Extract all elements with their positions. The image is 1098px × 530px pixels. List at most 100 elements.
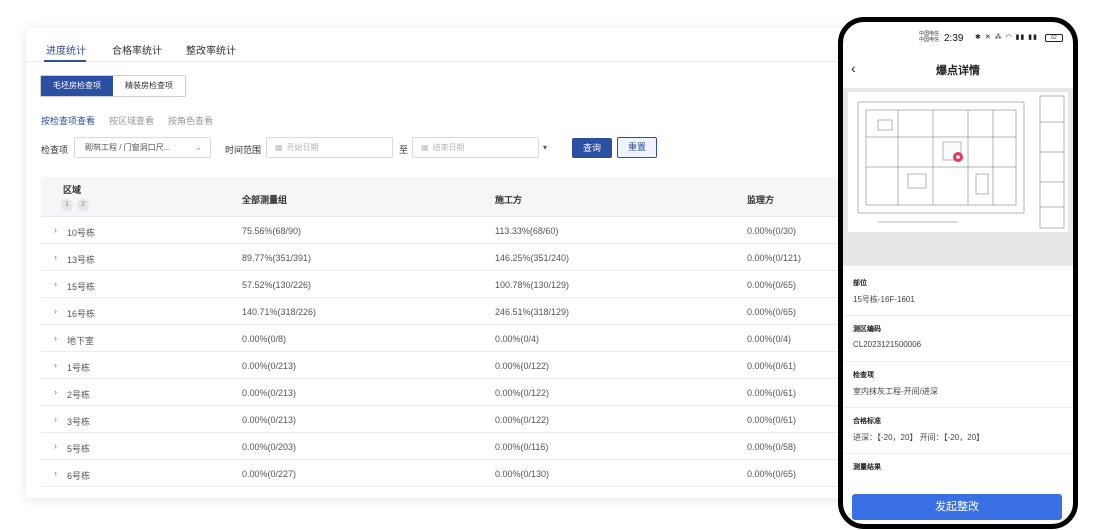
end-date-placeholder: 结束日期 bbox=[432, 143, 465, 152]
level-1-button[interactable]: 1 bbox=[61, 199, 73, 211]
calendar-icon: ▦ bbox=[275, 143, 283, 152]
field-standard: 合格标准 进深：【-20，20】 开间：【-20，20】 bbox=[843, 408, 1073, 454]
query-button[interactable]: 查询 bbox=[572, 138, 612, 158]
level-switcher: 1 2 bbox=[61, 199, 89, 211]
table-row[interactable]: › 5号栋 0.00%(0/203) 0.00%(0/116) 0.00%(0/58) bbox=[41, 433, 906, 460]
level-2-button[interactable]: 2 bbox=[77, 199, 89, 211]
row-supervisor: 0.00%(0/65) bbox=[747, 469, 797, 479]
page-title: 爆点详情 bbox=[936, 65, 980, 77]
row-all-groups: 140.71%(318/226) bbox=[242, 307, 317, 317]
field-zone-code: 测区编码 CL2023121500006 bbox=[843, 316, 1073, 362]
row-construction: 0.00%(0/4) bbox=[495, 334, 540, 344]
segment-rough-house[interactable]: 毛坯房检查项 bbox=[41, 76, 113, 96]
check-item-select[interactable]: 砌筑工程 / 门窗洞口尺... ⌄ bbox=[74, 137, 211, 158]
row-supervisor: 0.00%(0/65) bbox=[747, 307, 797, 317]
stats-tabs: 进度统计 合格率统计 整改率统计 bbox=[26, 28, 906, 62]
expand-chevron-icon[interactable]: › bbox=[54, 387, 57, 397]
expand-chevron-icon[interactable]: › bbox=[54, 333, 57, 343]
tab-rectify-rate[interactable]: 整改率统计 bbox=[186, 42, 236, 57]
table-row[interactable]: › 6号栋 0.00%(0/227) 0.00%(0/130) 0.00%(0/65) bbox=[41, 460, 906, 487]
row-construction: 146.25%(351/240) bbox=[495, 253, 570, 263]
header-supervisor: 监理方 bbox=[747, 195, 775, 205]
reset-button[interactable]: 重置 bbox=[617, 137, 657, 158]
statistics-panel: 进度统计 合格率统计 整改率统计 毛坯房检查项 精装房检查项 按检查项查看 按区… bbox=[26, 28, 906, 498]
row-supervisor: 0.00%(0/30) bbox=[747, 226, 797, 236]
progress-table: 区域 1 2 全部测量组 施工方 监理方 › 10号栋 75.56%(68/90) 1… bbox=[41, 177, 906, 487]
table-row[interactable]: › 3号栋 0.00%(0/213) 0.00%(0/122) 0.00%(0/61) bbox=[41, 406, 906, 433]
expand-chevron-icon[interactable]: › bbox=[54, 306, 57, 316]
row-supervisor: 0.00%(0/121) bbox=[747, 253, 802, 263]
segment-finished-house[interactable]: 精装房检查项 bbox=[113, 76, 185, 96]
table-row[interactable]: › 15号栋 57.52%(130/226) 100.78%(130/129) 0.00… bbox=[41, 271, 906, 298]
expand-chevron-icon[interactable]: › bbox=[54, 360, 57, 370]
field-zone-code-label: 测区编码 bbox=[853, 326, 881, 333]
row-area-name: 15号栋 bbox=[67, 282, 96, 292]
field-result-label: 测量结果 bbox=[853, 464, 881, 471]
table-row[interactable]: › 地下室 0.00%(0/8) 0.00%(0/4) 0.00%(0/4) bbox=[41, 325, 906, 352]
row-area-name: 10号栋 bbox=[67, 228, 96, 238]
active-tab-indicator bbox=[44, 60, 86, 62]
status-time: 2:39 bbox=[944, 33, 964, 44]
end-date-input[interactable]: ▦ 结束日期 bbox=[412, 137, 539, 158]
table-row[interactable]: › 1号栋 0.00%(0/213) 0.00%(0/122) 0.00%(0/61) bbox=[41, 352, 906, 379]
field-location-value: 15号栋-16F-1601 bbox=[853, 295, 915, 304]
field-check-item-value: 室内抹灰工程-开间/进深 bbox=[853, 387, 938, 396]
tab-progress[interactable]: 进度统计 bbox=[46, 42, 86, 57]
row-area-name: 地下室 bbox=[67, 336, 95, 346]
row-construction: 0.00%(0/130) bbox=[495, 469, 550, 479]
row-construction: 0.00%(0/122) bbox=[495, 415, 550, 425]
row-area-name: 2号栋 bbox=[67, 390, 91, 400]
expand-chevron-icon[interactable]: › bbox=[54, 414, 57, 424]
date-to-label: 至 bbox=[399, 145, 409, 155]
start-date-placeholder: 开始日期 bbox=[286, 143, 319, 152]
table-row[interactable]: › 2号栋 0.00%(0/213) 0.00%(0/122) 0.00%(0/61) bbox=[41, 379, 906, 406]
expand-chevron-icon[interactable]: › bbox=[54, 225, 57, 235]
expand-chevron-icon[interactable]: › bbox=[54, 279, 57, 289]
row-supervisor: 0.00%(0/58) bbox=[747, 442, 797, 452]
row-area-name: 1号栋 bbox=[67, 363, 91, 373]
row-all-groups: 0.00%(0/203) bbox=[242, 442, 297, 452]
floor-plan-image[interactable] bbox=[843, 88, 1073, 266]
filter-bar: 检查项 砌筑工程 / 门窗洞口尺... ⌄ 时间范围 ▦ 开始日期 至 ▦ 结束日期… bbox=[41, 137, 901, 159]
view-by-check-item[interactable]: 按检查项查看 bbox=[41, 114, 95, 127]
check-item-label: 检查项 bbox=[41, 145, 69, 155]
caret-down-icon[interactable]: ▾ bbox=[543, 143, 547, 152]
view-by-role[interactable]: 按角色查看 bbox=[168, 114, 213, 127]
header-area: 区域 bbox=[63, 185, 82, 195]
row-area-name: 16号栋 bbox=[67, 309, 96, 319]
row-all-groups: 0.00%(0/227) bbox=[242, 469, 297, 479]
row-area-name: 13号栋 bbox=[67, 255, 96, 265]
nav-bar: ‹ 爆点详情 bbox=[843, 60, 1073, 80]
carrier-label: 中国电信 中国电信 bbox=[919, 31, 939, 43]
table-header: 区域 1 2 全部测量组 施工方 监理方 bbox=[41, 177, 906, 217]
expand-chevron-icon[interactable]: › bbox=[54, 252, 57, 262]
view-by-area[interactable]: 按区域查看 bbox=[109, 114, 154, 127]
row-supervisor: 0.00%(0/4) bbox=[747, 334, 792, 344]
start-rectification-button[interactable]: 发起整改 bbox=[852, 494, 1062, 520]
start-date-input[interactable]: ▦ 开始日期 bbox=[266, 137, 393, 158]
row-all-groups: 0.00%(0/213) bbox=[242, 388, 297, 398]
row-construction: 100.78%(130/129) bbox=[495, 280, 570, 290]
expand-chevron-icon[interactable]: › bbox=[54, 468, 57, 478]
tab-pass-rate[interactable]: 合格率统计 bbox=[112, 42, 162, 57]
table-row[interactable]: › 13号栋 89.77%(351/391) 146.25%(351/240) 0.00… bbox=[41, 244, 906, 271]
check-item-value: 砌筑工程 / 门窗洞口尺... bbox=[85, 143, 171, 152]
table-row[interactable]: › 16号栋 140.71%(318/226) 246.51%(318/129) 0.0… bbox=[41, 298, 906, 325]
row-all-groups: 57.52%(130/226) bbox=[242, 280, 312, 290]
row-all-groups: 0.00%(0/8) bbox=[242, 334, 287, 344]
row-all-groups: 75.56%(68/90) bbox=[242, 226, 302, 236]
status-bar: 中国电信 中国电信 2:39 ✱ ✕ ⁂ ◠ ▮▮ ▮▮ 62 bbox=[843, 22, 1073, 46]
floor-plan-drawing bbox=[848, 92, 1068, 232]
row-construction: 0.00%(0/116) bbox=[495, 442, 549, 452]
header-construction: 施工方 bbox=[495, 195, 523, 205]
field-check-item: 检查项 室内抹灰工程-开间/进深 bbox=[843, 362, 1073, 408]
table-row[interactable]: › 10号栋 75.56%(68/90) 113.33%(68/60) 0.00%(0/… bbox=[41, 217, 906, 244]
row-area-name: 3号栋 bbox=[67, 417, 91, 427]
expand-chevron-icon[interactable]: › bbox=[54, 441, 57, 451]
phone-frame: 中国电信 中国电信 2:39 ✱ ✕ ⁂ ◠ ▮▮ ▮▮ 62 ‹ 爆点详情 部… bbox=[838, 17, 1078, 529]
house-type-segment: 毛坯房检查项 精装房检查项 bbox=[40, 75, 186, 97]
field-check-item-label: 检查项 bbox=[853, 372, 874, 379]
field-standard-label: 合格标准 bbox=[853, 418, 881, 425]
time-range-label: 时间范围 bbox=[225, 145, 262, 155]
row-construction: 0.00%(0/122) bbox=[495, 388, 550, 398]
